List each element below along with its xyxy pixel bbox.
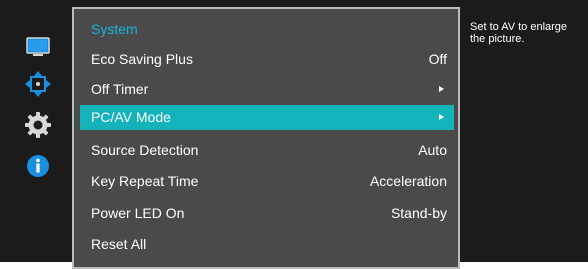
resize-arrows-icon[interactable] <box>24 70 52 98</box>
menu-item-label: PC/AV Mode <box>91 109 171 125</box>
help-text: Set to AV to enlarge the picture. <box>470 21 568 45</box>
menu-item-pc-av-mode[interactable]: PC/AV Mode <box>80 105 454 130</box>
menu-item-source-detection[interactable]: Source Detection Auto <box>80 138 454 163</box>
menu-item-label: Off Timer <box>91 81 149 97</box>
gear-icon[interactable] <box>24 111 52 139</box>
sidebar <box>0 0 72 262</box>
submenu-arrow-icon <box>439 114 444 120</box>
osd-menu: System Eco Saving Plus Off Off Timer PC/… <box>0 0 588 269</box>
menu-item-eco-saving-plus[interactable]: Eco Saving Plus Off <box>80 47 454 72</box>
menu-title: System <box>91 21 138 37</box>
menu-item-value: Stand-by <box>390 205 447 221</box>
menu-item-label: Key Repeat Time <box>91 173 199 189</box>
info-icon[interactable] <box>24 152 52 180</box>
menu-item-label: Source Detection <box>91 142 199 158</box>
menu-item-reset-all[interactable]: Reset All <box>80 232 454 257</box>
system-menu-panel: System Eco Saving Plus Off Off Timer PC/… <box>72 7 460 269</box>
menu-item-label: Eco Saving Plus <box>91 51 193 67</box>
menu-item-label: Power LED On <box>91 205 185 221</box>
monitor-icon[interactable] <box>24 34 52 62</box>
menu-item-value: Acceleration <box>369 173 447 189</box>
menu-item-off-timer[interactable]: Off Timer <box>80 77 454 102</box>
menu-item-key-repeat-time[interactable]: Key Repeat Time Acceleration <box>80 169 454 194</box>
menu-item-value: Auto <box>418 142 447 158</box>
menu-item-value: Off <box>428 51 447 67</box>
menu-item-power-led-on[interactable]: Power LED On Stand-by <box>80 201 454 226</box>
submenu-arrow-icon <box>439 86 444 92</box>
menu-item-label: Reset All <box>91 236 147 252</box>
